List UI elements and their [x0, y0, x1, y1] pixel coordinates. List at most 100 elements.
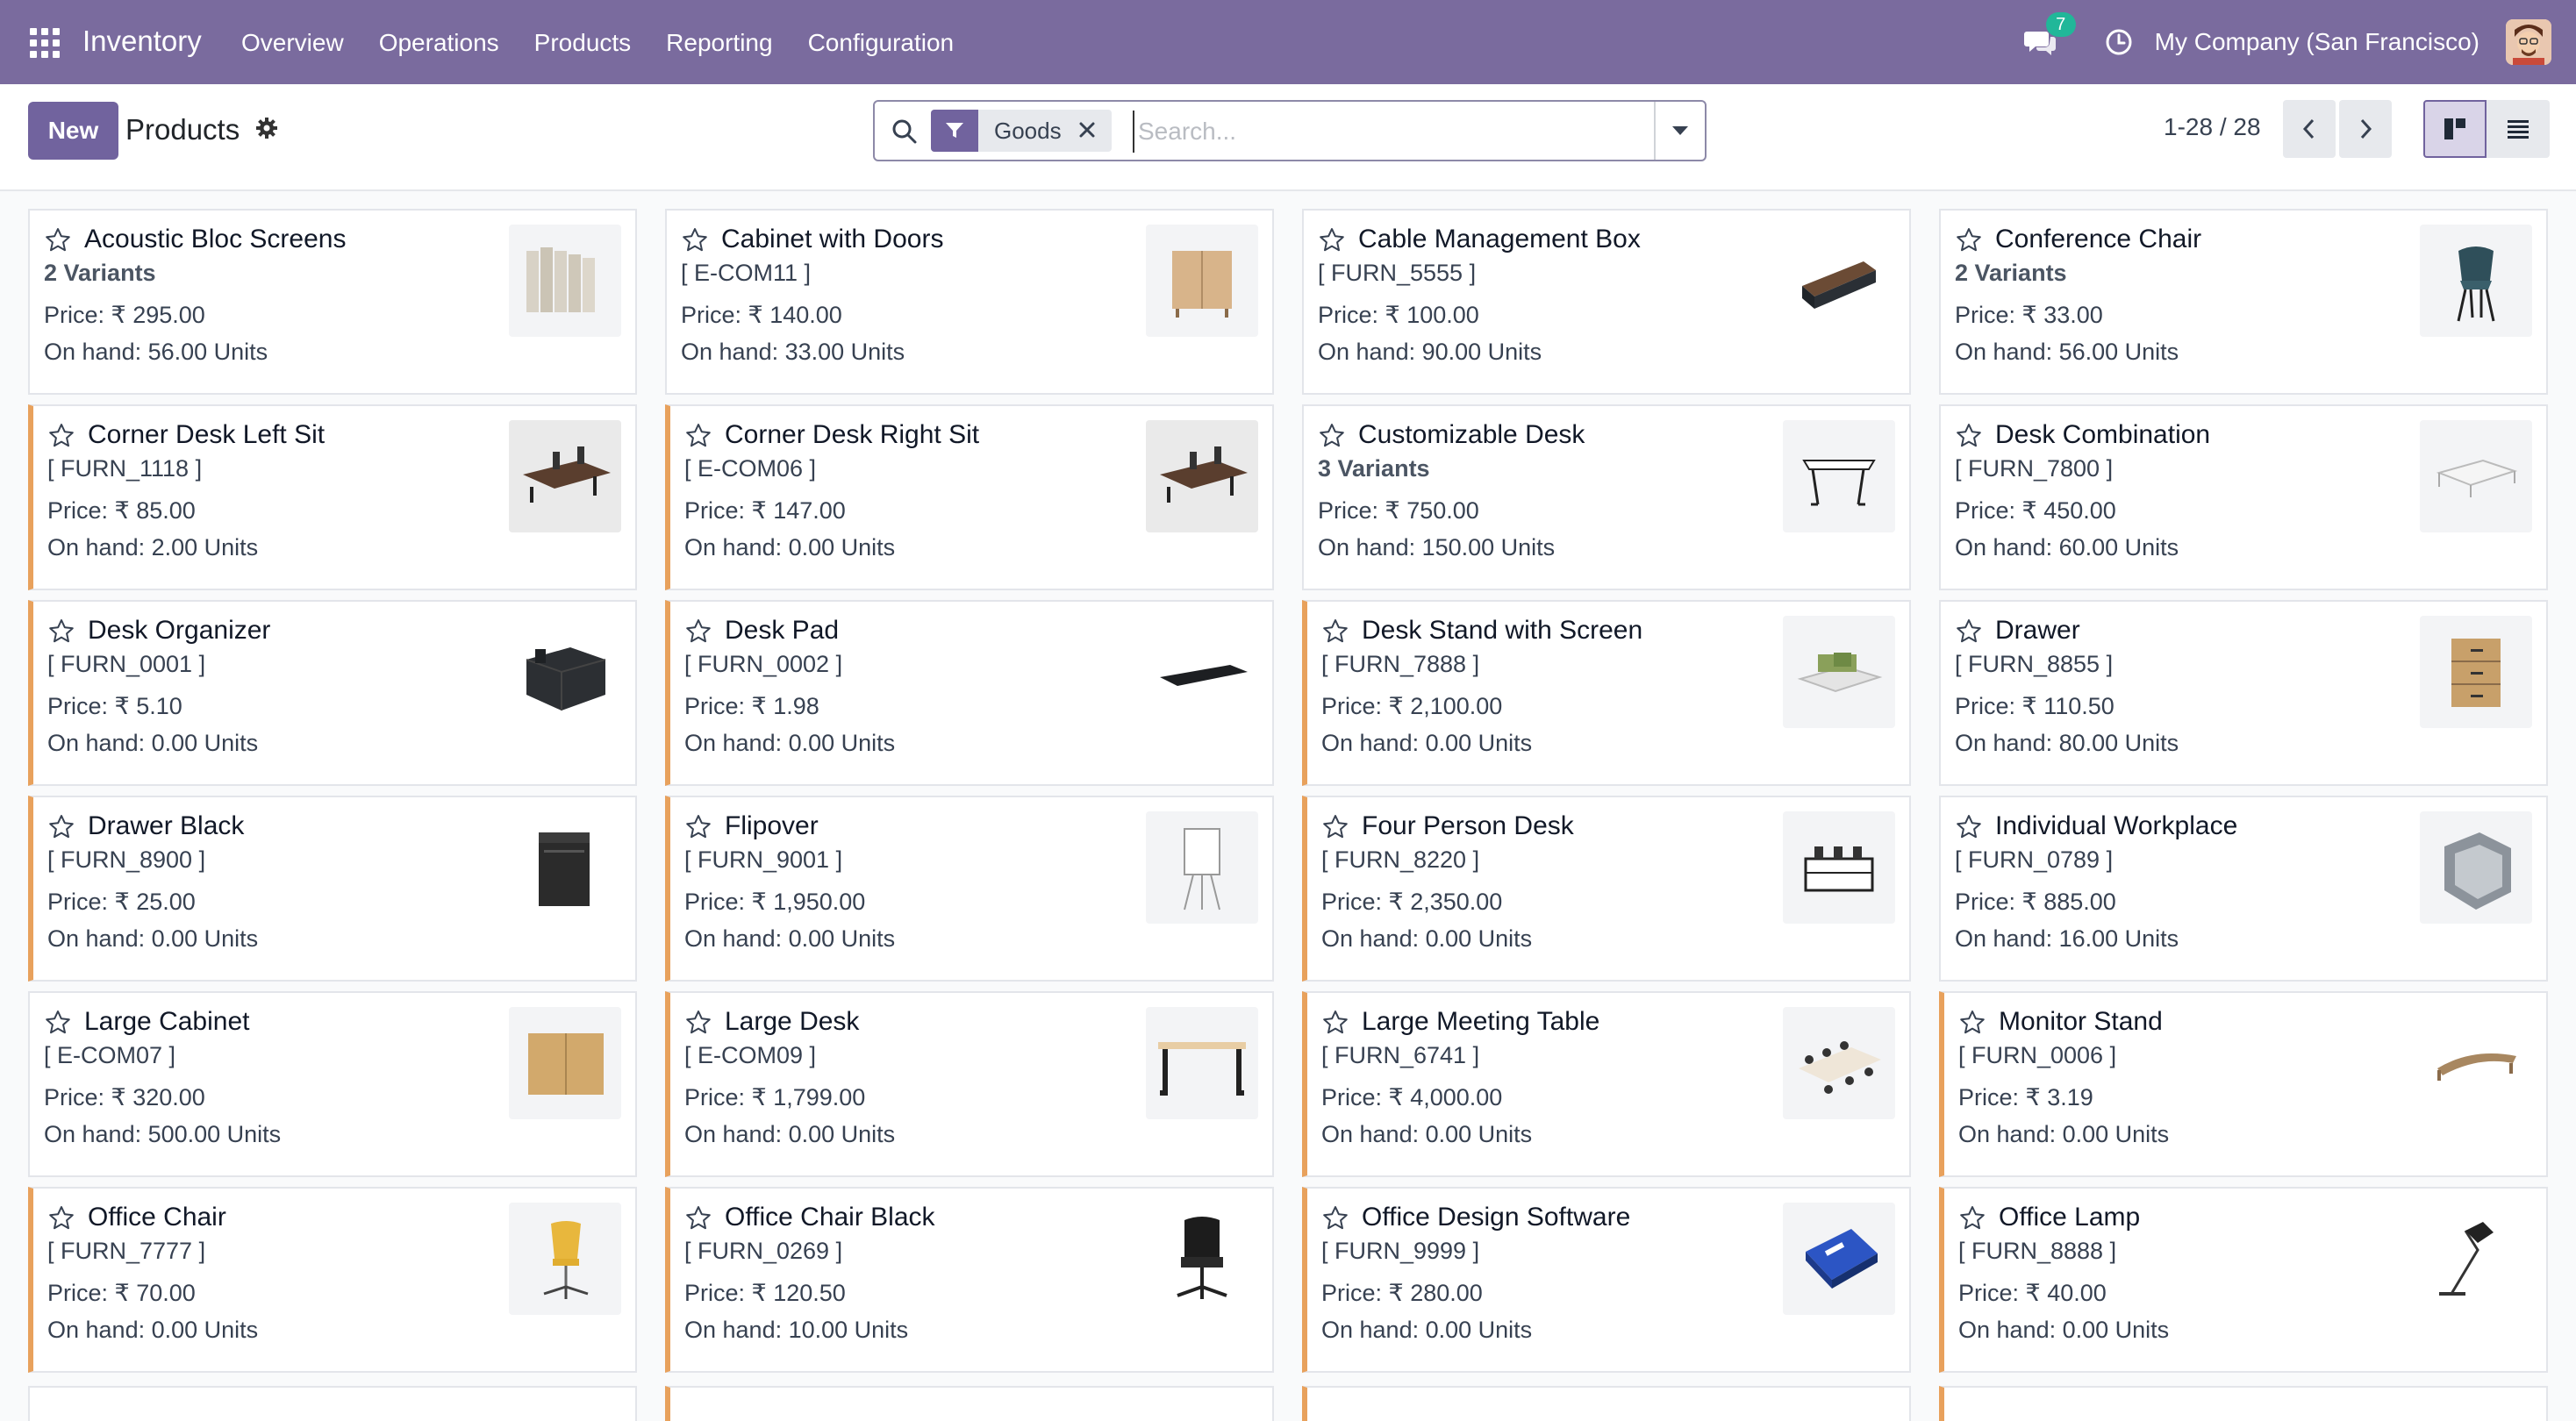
product-card[interactable]: Office Lamp [ FURN_8888 ] Price: ₹ 40.00 On…	[1939, 1187, 2548, 1373]
product-on-hand: On hand: 0.00 Units	[1958, 1317, 2170, 1343]
pager-next-button[interactable]	[2339, 100, 2392, 158]
product-reference: [ FURN_8855 ]	[1955, 651, 2114, 677]
product-on-hand: On hand: 56.00 Units	[1955, 339, 2179, 365]
apps-grid-icon[interactable]	[30, 28, 60, 58]
product-reference: [ FURN_7888 ]	[1321, 651, 1480, 677]
product-card-partial[interactable]	[1939, 1386, 2548, 1421]
star-icon[interactable]	[47, 422, 75, 450]
star-icon[interactable]	[684, 422, 712, 450]
star-icon[interactable]	[44, 1009, 72, 1037]
product-card[interactable]: Corner Desk Right Sit [ E-COM06 ] Price: ₹…	[665, 404, 1274, 590]
product-card[interactable]: Four Person Desk [ FURN_8220 ] Price: ₹ 2,…	[1302, 796, 1911, 982]
product-price: Price: ₹ 4,000.00	[1321, 1084, 1503, 1110]
star-icon[interactable]	[1321, 1009, 1349, 1037]
star-icon[interactable]	[684, 1009, 712, 1037]
product-name: Four Person Desk	[1362, 811, 1574, 840]
product-card[interactable]: Drawer [ FURN_8855 ] Price: ₹ 110.50 On han…	[1939, 600, 2548, 786]
menu-overview[interactable]: Overview	[241, 29, 344, 57]
product-card[interactable]: Office Chair Black [ FURN_0269 ] Price: ₹ …	[665, 1187, 1274, 1373]
star-icon[interactable]	[1318, 226, 1346, 254]
menu-configuration[interactable]: Configuration	[808, 29, 955, 57]
product-card[interactable]: Monitor Stand [ FURN_0006 ] Price: ₹ 3.19 O…	[1939, 991, 2548, 1177]
pager-value[interactable]: 1-28 / 28	[2164, 113, 2261, 141]
product-card[interactable]: Large Meeting Table [ FURN_6741 ] Price: ₹…	[1302, 991, 1911, 1177]
product-card[interactable]: Desk Combination [ FURN_7800 ] Price: ₹ 45…	[1939, 404, 2548, 590]
user-avatar[interactable]	[2506, 19, 2551, 65]
product-card[interactable]: Desk Pad [ FURN_0002 ] Price: ₹ 1.98 On han…	[665, 600, 1274, 786]
menu-products[interactable]: Products	[534, 29, 632, 57]
star-icon[interactable]	[1958, 1204, 1986, 1232]
kanban-view-button[interactable]	[2423, 100, 2487, 158]
activity-clock-icon[interactable]	[2104, 27, 2134, 57]
star-icon[interactable]	[1955, 618, 1983, 646]
menu-operations[interactable]: Operations	[379, 29, 499, 57]
search-options-toggle[interactable]	[1654, 102, 1705, 160]
star-icon[interactable]	[47, 1204, 75, 1232]
star-icon[interactable]	[1955, 226, 1983, 254]
close-icon[interactable]	[1077, 119, 1098, 140]
product-price: Price: ₹ 110.50	[1955, 693, 2114, 719]
product-on-hand: On hand: 150.00 Units	[1318, 534, 1556, 561]
product-on-hand: On hand: 0.00 Units	[684, 925, 896, 952]
star-icon[interactable]	[1955, 813, 1983, 841]
product-name: Cabinet with Doors	[721, 225, 944, 253]
product-reference: [ E-COM11 ]	[681, 260, 812, 286]
product-card[interactable]: Large Desk [ E-COM09 ] Price: ₹ 1,799.00 On…	[665, 991, 1274, 1177]
pager-previous-button[interactable]	[2283, 100, 2336, 158]
product-card[interactable]: Large Cabinet [ E-COM07 ] Price: ₹ 320.00 O…	[28, 991, 637, 1177]
search-input[interactable]	[1133, 111, 1624, 153]
star-icon[interactable]	[1955, 422, 1983, 450]
product-card[interactable]: Individual Workplace [ FURN_0789 ] Price: …	[1939, 796, 2548, 982]
product-card[interactable]: Corner Desk Left Sit [ FURN_1118 ] Price: …	[28, 404, 637, 590]
star-icon[interactable]	[681, 226, 709, 254]
star-icon[interactable]	[684, 618, 712, 646]
product-card[interactable]: Acoustic Bloc Screens 2 Variants Price: ₹ …	[28, 209, 637, 395]
product-price: Price: ₹ 750.00	[1318, 497, 1479, 524]
star-icon[interactable]	[1321, 813, 1349, 841]
star-icon[interactable]	[684, 1204, 712, 1232]
product-name: Large Desk	[725, 1007, 860, 1036]
new-button[interactable]: New	[28, 102, 118, 160]
product-image	[1146, 616, 1258, 728]
product-card[interactable]: Conference Chair 2 Variants Price: ₹ 33.00…	[1939, 209, 2548, 395]
product-card[interactable]: Customizable Desk 3 Variants Price: ₹ 750.…	[1302, 404, 1911, 590]
menu-reporting[interactable]: Reporting	[666, 29, 772, 57]
star-icon[interactable]	[1321, 618, 1349, 646]
product-reference: [ FURN_0269 ]	[684, 1238, 843, 1264]
star-icon[interactable]	[47, 618, 75, 646]
star-icon[interactable]	[1318, 422, 1346, 450]
app-brand[interactable]: Inventory	[82, 25, 202, 58]
product-on-hand: On hand: 90.00 Units	[1318, 339, 1542, 365]
product-card[interactable]: Desk Organizer [ FURN_0001 ] Price: ₹ 5.10…	[28, 600, 637, 786]
product-card-partial[interactable]	[665, 1386, 1274, 1421]
product-image	[509, 616, 621, 728]
product-card[interactable]: Flipover [ FURN_9001 ] Price: ₹ 1,950.00 On…	[665, 796, 1274, 982]
product-on-hand: On hand: 2.00 Units	[47, 534, 259, 561]
list-view-button[interactable]	[2487, 100, 2550, 158]
star-icon[interactable]	[1958, 1009, 1986, 1037]
product-card-partial[interactable]	[28, 1386, 637, 1421]
product-card-partial[interactable]	[1302, 1386, 1911, 1421]
chat-icon[interactable]: 7	[2023, 12, 2076, 60]
product-card[interactable]: Drawer Black [ FURN_8900 ] Price: ₹ 25.00 O…	[28, 796, 637, 982]
product-card[interactable]: Office Chair [ FURN_7777 ] Price: ₹ 70.00 O…	[28, 1187, 637, 1373]
control-panel: New Products Goods Search... 1-28 / 28	[0, 84, 2576, 191]
product-on-hand: On hand: 10.00 Units	[684, 1317, 909, 1343]
product-price: Price: ₹ 1,950.00	[684, 889, 866, 915]
star-icon[interactable]	[47, 813, 75, 841]
product-reference: [ FURN_1118 ]	[47, 455, 203, 482]
product-card[interactable]: Office Design Software [ FURN_9999 ] Price…	[1302, 1187, 1911, 1373]
company-switcher[interactable]: My Company (San Francisco)	[2155, 28, 2479, 56]
product-card[interactable]: Desk Stand with Screen [ FURN_7888 ] Price…	[1302, 600, 1911, 786]
product-name: Conference Chair	[1995, 225, 2202, 253]
product-card[interactable]: Cable Management Box [ FURN_5555 ] Price: …	[1302, 209, 1911, 395]
product-name: Flipover	[725, 811, 819, 840]
product-reference: [ E-COM06 ]	[684, 455, 817, 482]
star-icon[interactable]	[44, 226, 72, 254]
star-icon[interactable]	[684, 813, 712, 841]
star-icon[interactable]	[1321, 1204, 1349, 1232]
gear-icon[interactable]	[254, 116, 279, 140]
product-card[interactable]: Cabinet with Doors [ E-COM11 ] Price: ₹ 14…	[665, 209, 1274, 395]
product-image	[2420, 811, 2532, 924]
product-reference: 3 Variants	[1318, 455, 1430, 482]
